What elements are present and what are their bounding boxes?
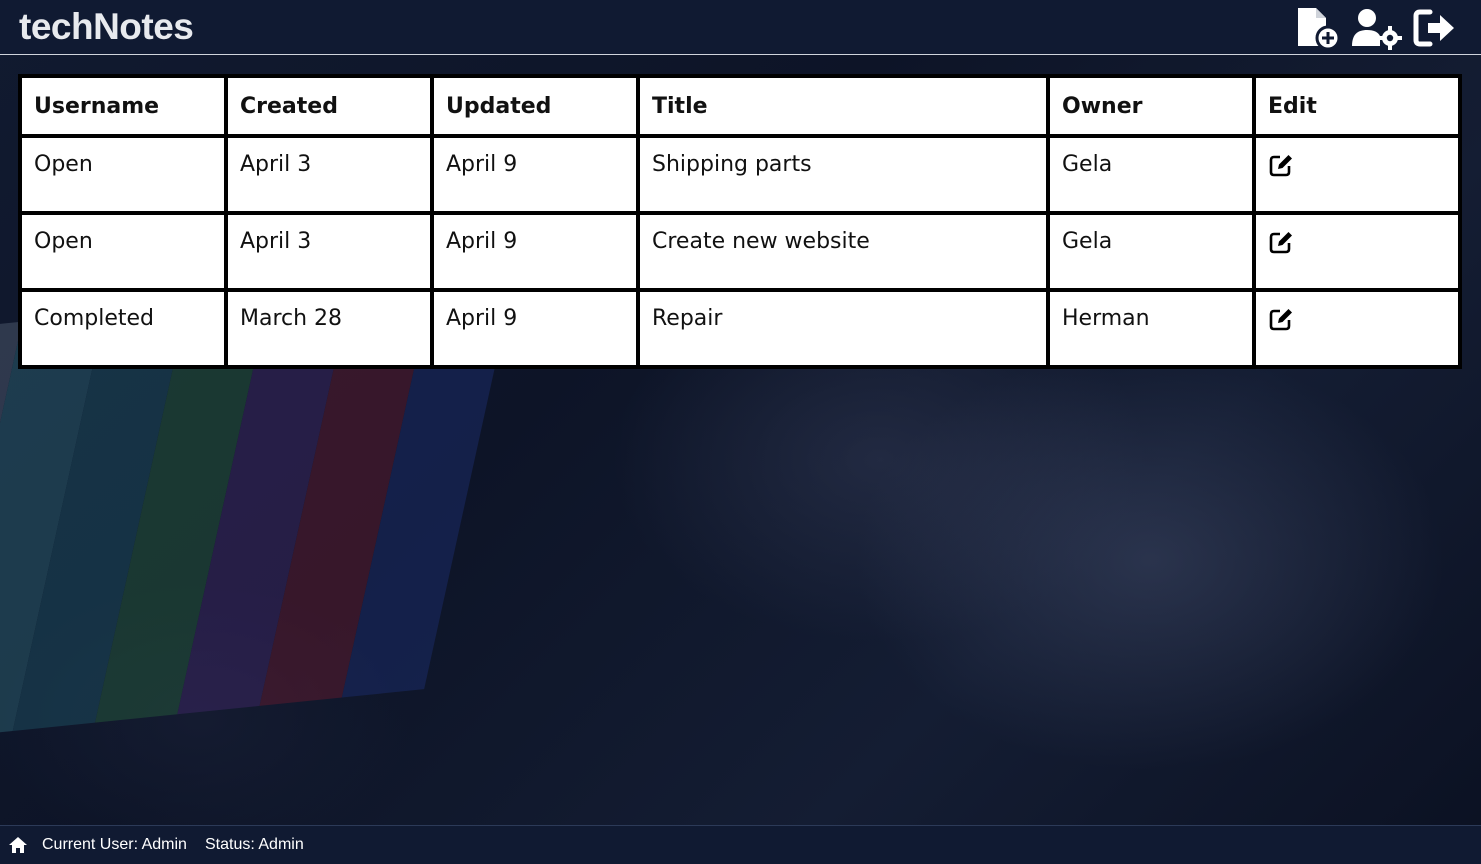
- app-logo[interactable]: techNotes: [19, 6, 194, 48]
- table-row: Completed March 28 April 9 Repair Herman: [22, 292, 1458, 365]
- edit-note-button[interactable]: [1268, 152, 1294, 178]
- note-owner: Gela: [1050, 215, 1252, 288]
- note-owner: Gela: [1050, 138, 1252, 211]
- home-icon: [9, 837, 27, 853]
- edit-icon: [1269, 155, 1292, 177]
- note-created: April 3: [228, 215, 430, 288]
- logout-button[interactable]: [1412, 6, 1458, 50]
- note-status: Open: [22, 215, 224, 288]
- table-row: Open April 3 April 9 Shipping parts Gela: [22, 138, 1458, 211]
- notes-table: Username Created Updated Title Owner Edi…: [18, 74, 1462, 369]
- top-bar: techNotes: [0, 0, 1481, 55]
- user-gear-icon: [1352, 9, 1402, 50]
- note-created: March 28: [228, 292, 430, 365]
- edit-note-button[interactable]: [1268, 306, 1294, 332]
- note-status: Completed: [22, 292, 224, 365]
- edit-icon: [1269, 309, 1292, 331]
- home-button[interactable]: [8, 836, 28, 854]
- edit-note-button[interactable]: [1268, 229, 1294, 255]
- column-header-title[interactable]: Title: [640, 78, 1046, 134]
- note-title: Shipping parts: [640, 138, 1046, 211]
- note-status: Open: [22, 138, 224, 211]
- user-settings-button[interactable]: [1350, 6, 1404, 50]
- note-owner: Herman: [1050, 292, 1252, 365]
- table-row: Open April 3 April 9 Create new website …: [22, 215, 1458, 288]
- current-user-text: Current User: Admin: [42, 836, 187, 853]
- note-title: Create new website: [640, 215, 1046, 288]
- note-updated: April 9: [434, 292, 636, 365]
- new-note-button[interactable]: [1294, 6, 1342, 51]
- note-title: Repair: [640, 292, 1046, 365]
- column-header-owner[interactable]: Owner: [1050, 78, 1252, 134]
- column-header-updated[interactable]: Updated: [434, 78, 636, 134]
- table-header-row: Username Created Updated Title Owner Edi…: [22, 78, 1458, 134]
- column-header-created[interactable]: Created: [228, 78, 430, 134]
- column-header-username[interactable]: Username: [22, 78, 224, 134]
- file-plus-icon: [1298, 8, 1341, 51]
- note-edit-cell: [1256, 292, 1458, 365]
- note-updated: April 9: [434, 215, 636, 288]
- note-edit-cell: [1256, 138, 1458, 211]
- edit-icon: [1269, 232, 1292, 254]
- logout-icon: [1413, 9, 1454, 47]
- note-created: April 3: [228, 138, 430, 211]
- status-bar: Current User: Admin Status: Admin: [0, 825, 1481, 864]
- note-updated: April 9: [434, 138, 636, 211]
- column-header-edit[interactable]: Edit: [1256, 78, 1458, 134]
- user-status-text: Status: Admin: [205, 836, 304, 853]
- note-edit-cell: [1256, 215, 1458, 288]
